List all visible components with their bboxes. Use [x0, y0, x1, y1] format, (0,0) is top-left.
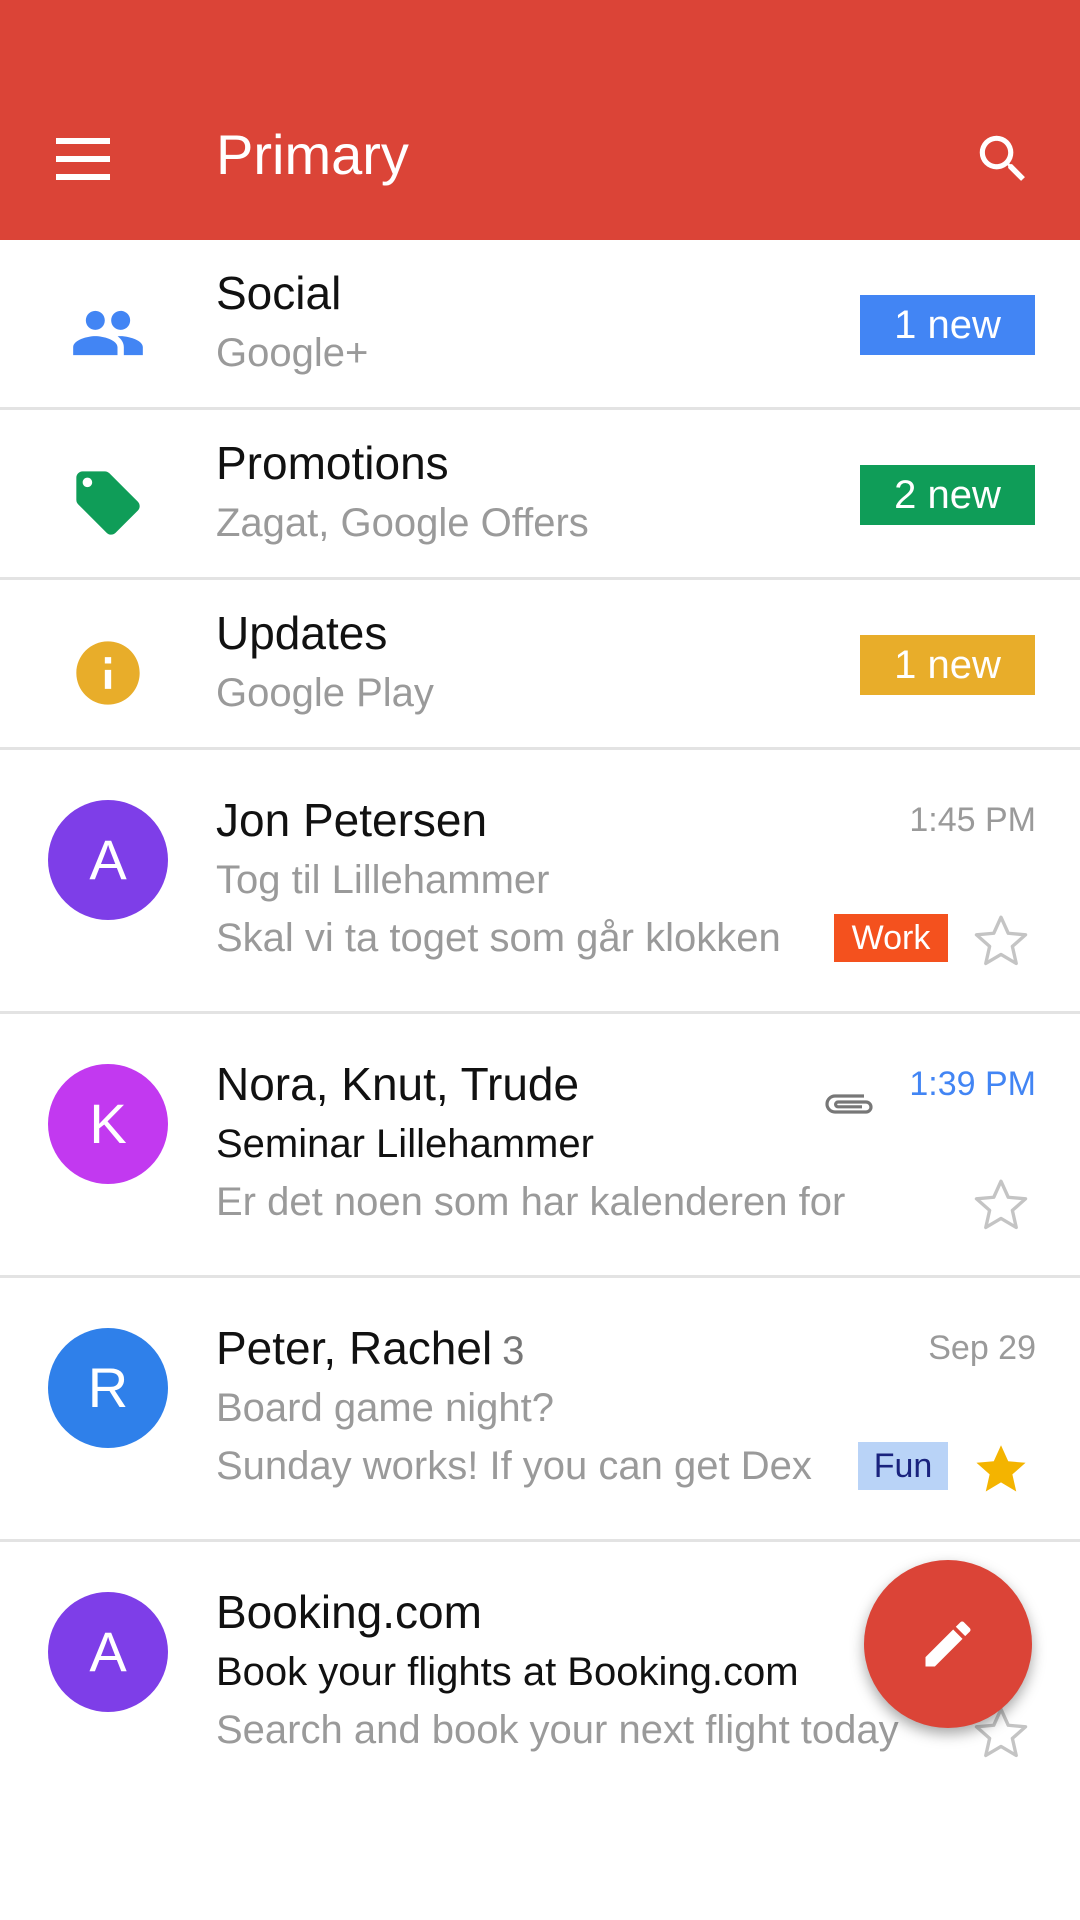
new-count-badge: 2 new	[860, 465, 1035, 525]
new-count-badge: 1 new	[860, 295, 1035, 355]
avatar: K	[48, 1064, 168, 1184]
category-social[interactable]: Social Google+ 1 new	[0, 240, 1080, 410]
star-outline-icon[interactable]	[970, 910, 1032, 972]
thread-count: 3	[502, 1329, 525, 1373]
avatar: R	[48, 1328, 168, 1448]
mail-snippet: Skal vi ta toget som går klokken	[216, 916, 781, 960]
pencil-icon	[925, 1621, 971, 1667]
sender-name: Nora, Knut, Trude	[216, 1058, 580, 1110]
mail-subject: Book your flights at Booking.com	[216, 1650, 799, 1694]
mail-sender: Jon Petersen	[216, 790, 487, 850]
attachment-icon	[820, 1084, 880, 1124]
category-title: Social	[216, 267, 342, 319]
mail-subject: Board game night?	[216, 1386, 555, 1430]
mail-sender: Booking.com	[216, 1582, 482, 1642]
label-fun: Fun	[858, 1442, 948, 1490]
mail-subject: Tog til Lillehammer	[216, 858, 550, 902]
label-work: Work	[834, 914, 948, 962]
category-subtitle: Google+	[216, 331, 369, 375]
tag-icon	[70, 465, 146, 541]
new-count-badge: 1 new	[860, 635, 1035, 695]
mail-subject: Seminar Lillehammer	[216, 1122, 594, 1166]
category-title: Promotions	[216, 437, 449, 489]
mail-item[interactable]: K Nora, Knut, Trude 1:39 PM Seminar Lill…	[0, 1014, 1080, 1278]
search-icon[interactable]	[972, 128, 1042, 198]
sender-name: Peter, Rachel	[216, 1322, 493, 1374]
mail-item[interactable]: R Peter, Rachel 3 Sep 29 Board game night…	[0, 1278, 1080, 1542]
mail-sender: Nora, Knut, Trude	[216, 1054, 579, 1114]
mail-snippet: Search and book your next flight today	[216, 1708, 899, 1752]
avatar: A	[48, 1592, 168, 1712]
sender-name: Jon Petersen	[216, 794, 488, 846]
star-filled-icon[interactable]	[970, 1438, 1032, 1500]
category-subtitle: Google Play	[216, 671, 434, 715]
mail-snippet: Er det noen som har kalenderen for	[216, 1180, 846, 1224]
mail-sender: Peter, Rachel 3	[216, 1318, 524, 1381]
people-icon	[70, 295, 146, 371]
compose-button[interactable]	[864, 1560, 1032, 1728]
mail-time: Sep 29	[928, 1329, 1036, 1367]
mail-time: 1:39 PM	[909, 1065, 1036, 1103]
category-updates[interactable]: Updates Google Play 1 new	[0, 580, 1080, 750]
category-promotions[interactable]: Promotions Zagat, Google Offers 2 new	[0, 410, 1080, 580]
app-bar: Primary	[0, 0, 1080, 240]
sender-name: Booking.com	[216, 1586, 482, 1638]
mail-time: 1:45 PM	[909, 801, 1036, 839]
star-outline-icon[interactable]	[970, 1174, 1032, 1236]
category-subtitle: Zagat, Google Offers	[216, 501, 589, 545]
category-title: Updates	[216, 607, 388, 659]
avatar: A	[48, 800, 168, 920]
mail-snippet: Sunday works! If you can get Dex	[216, 1444, 812, 1488]
mail-item[interactable]: A Jon Petersen 1:45 PM Tog til Lillehamm…	[0, 750, 1080, 1014]
page-title: Primary	[216, 123, 409, 186]
menu-icon[interactable]	[48, 130, 118, 190]
info-icon	[70, 635, 146, 711]
